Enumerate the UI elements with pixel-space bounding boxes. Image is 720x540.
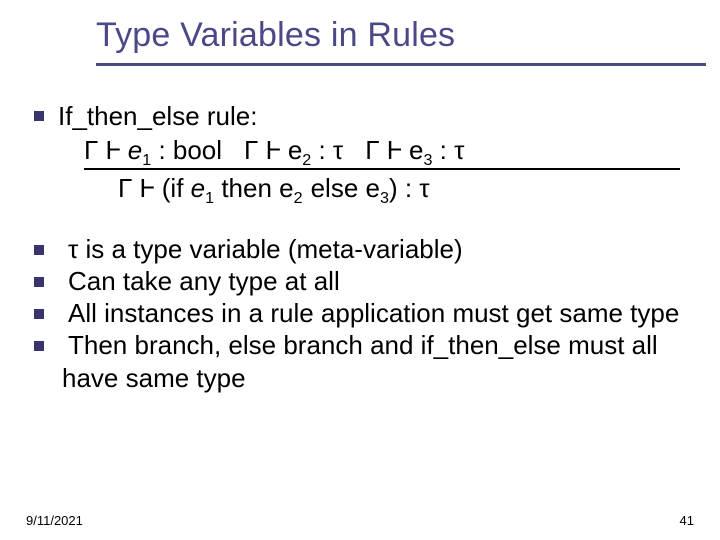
list-item: Then branch, else branch and if_then_els…: [28, 329, 692, 393]
list-item: Can take any type at all: [28, 265, 692, 297]
point-text: τ is a type variable (meta-variable): [62, 233, 692, 265]
rule-conclusion: Γ Ⱶ (if e1 then e2else e3) : τ: [118, 172, 692, 204]
inference-rule: Γ Ⱶ e1 : boolΓ Ⱶ e2 : τΓ Ⱶ e3 : τ Γ Ⱶ (i…: [84, 134, 692, 204]
bullet-icon: [34, 341, 44, 351]
slide-body: If_then_else rule: Γ Ⱶ e1 : boolΓ Ⱶ e2 :…: [28, 100, 692, 394]
slide: Type Variables in Rules If_then_else rul…: [0, 0, 720, 540]
bullet-icon: [34, 111, 44, 121]
title-underline: [96, 63, 706, 66]
rule-heading: If_then_else rule:: [58, 101, 257, 131]
slide-title: Type Variables in Rules: [96, 16, 692, 61]
rule-divider: [84, 168, 680, 170]
rule-bullet: If_then_else rule:: [28, 100, 692, 132]
point-text: All instances in a rule application must…: [62, 297, 692, 329]
title-block: Type Variables in Rules: [96, 16, 692, 66]
bullet-icon: [34, 277, 44, 287]
footer-date: 9/11/2021: [26, 513, 83, 528]
bullet-icon: [34, 245, 44, 255]
point-text: Then branch, else branch and if_then_els…: [62, 329, 692, 393]
footer: 9/11/2021 41: [26, 513, 694, 528]
footer-page-number: 41: [680, 513, 694, 528]
bullet-icon: [34, 309, 44, 319]
list-item: τ is a type variable (meta-variable): [28, 233, 692, 265]
point-text: Can take any type at all: [62, 265, 692, 297]
list-item: All instances in a rule application must…: [28, 297, 692, 329]
rule-premises: Γ Ⱶ e1 : boolΓ Ⱶ e2 : τΓ Ⱶ e3 : τ: [84, 134, 692, 166]
points-list: τ is a type variable (meta-variable) Can…: [28, 233, 692, 394]
